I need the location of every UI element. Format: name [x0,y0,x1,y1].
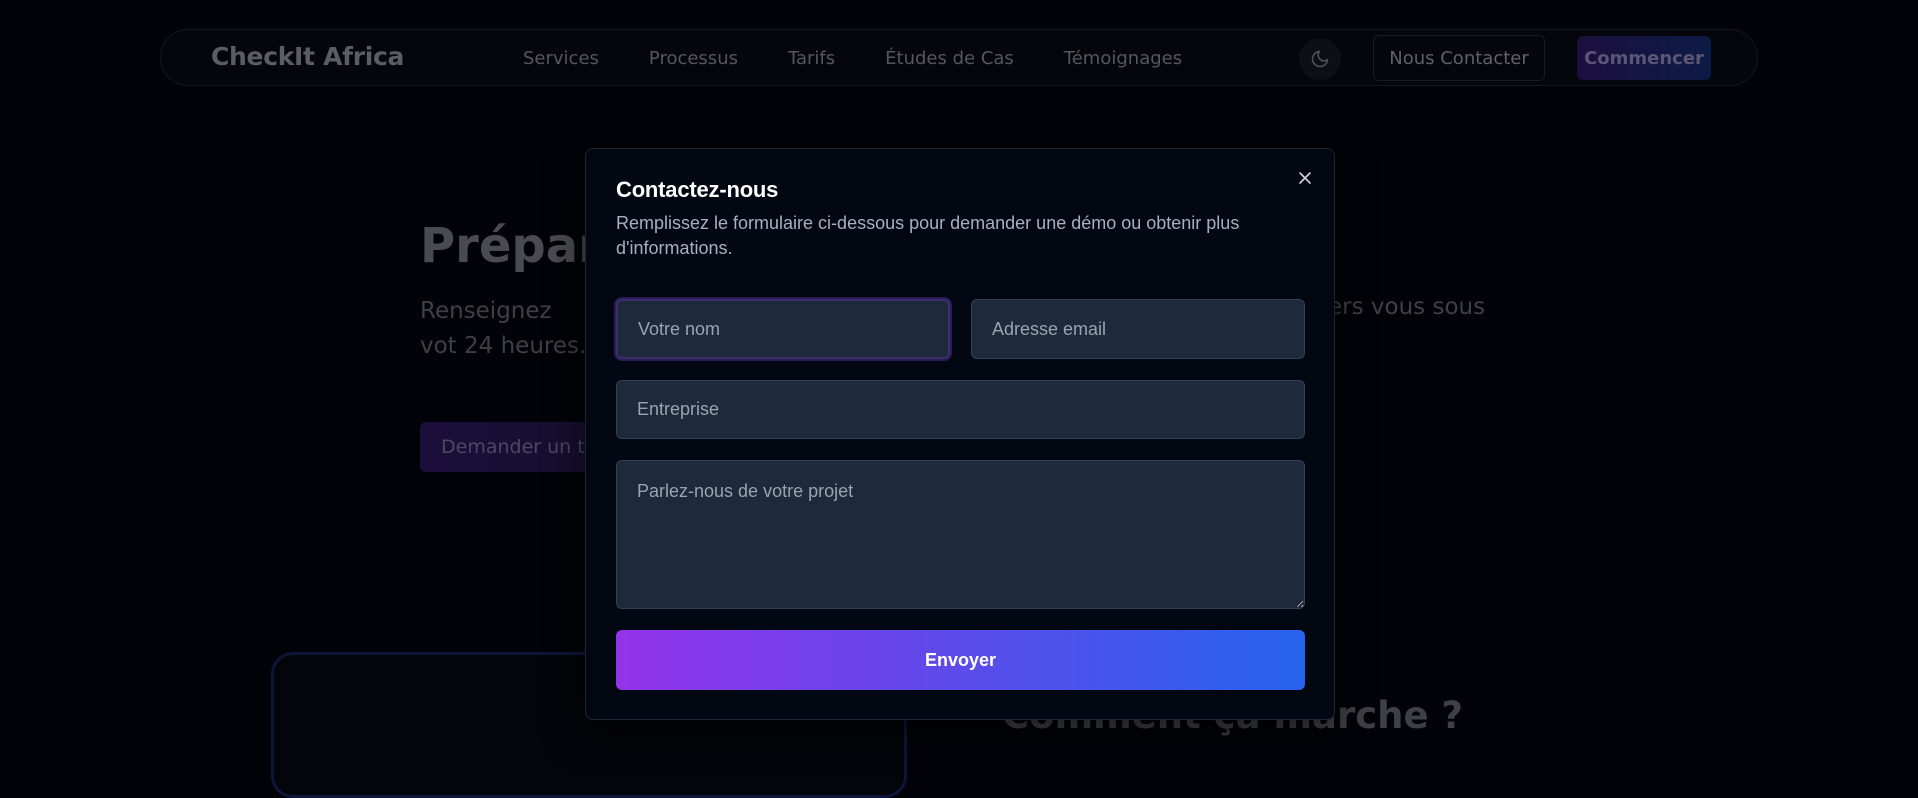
submit-button[interactable]: Envoyer [616,630,1305,690]
nav-link-tarifs[interactable]: Tarifs [788,48,835,69]
nav-link-temoignages[interactable]: Témoignages [1064,48,1182,69]
nav-link-processus[interactable]: Processus [649,48,738,69]
navbar: CheckIt Africa Services Processus Tarifs… [160,29,1758,86]
nav-link-services[interactable]: Services [523,48,599,69]
modal-description: Remplissez le formulaire ci-dessous pour… [616,213,1240,258]
hero-subtitle-right: ers vous sous [1328,294,1486,320]
name-input[interactable] [616,299,950,359]
company-input[interactable] [616,380,1305,439]
start-button[interactable]: Commencer [1577,36,1711,80]
contact-button[interactable]: Nous Contacter [1373,35,1545,81]
moon-icon [1311,50,1329,68]
nav-links: Services Processus Tarifs Études de Cas … [523,48,1182,69]
close-icon [1299,172,1311,184]
logo[interactable]: CheckIt Africa [211,42,404,71]
theme-toggle-button[interactable] [1299,38,1341,80]
email-input[interactable] [971,299,1305,359]
contact-modal: Contactez-nous Remplissez le formulaire … [585,148,1335,720]
nav-link-etudes-de-cas[interactable]: Études de Cas [885,48,1014,69]
close-button[interactable] [1294,167,1316,189]
message-textarea[interactable] [616,460,1305,609]
hero-subtitle-left: Renseignez vot 24 heures. [420,298,587,359]
modal-title: Contactez-nous [616,177,779,202]
